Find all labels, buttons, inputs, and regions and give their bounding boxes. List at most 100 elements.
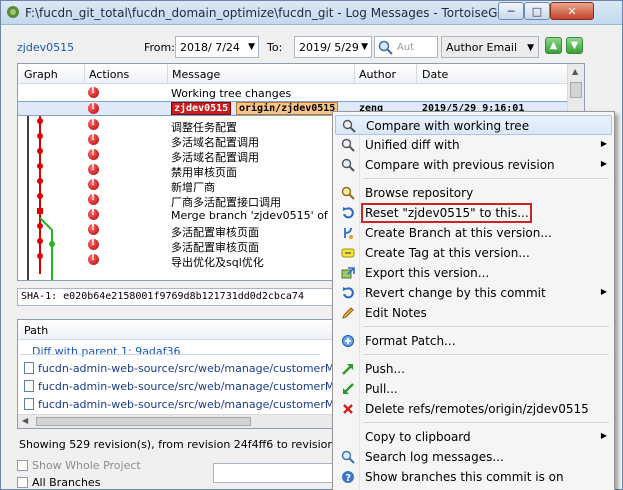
column-graph[interactable]: Graph — [24, 68, 58, 81]
menu-browse-repository[interactable]: Browse repository — [335, 183, 612, 203]
menu-create-tag[interactable]: Create Tag at this version... — [335, 243, 612, 263]
submenu-arrow-icon: ▶ — [600, 159, 607, 168]
scrollbar-thumb[interactable] — [570, 82, 582, 98]
modified-icon — [88, 163, 99, 175]
changed-files-list[interactable]: Path Diff with parent 1: 9adaf36 fucdn-a… — [17, 319, 335, 429]
changed-files-hscrollbar[interactable]: ◀ — [18, 414, 334, 428]
notes-icon — [341, 306, 355, 320]
menu-delete-remote-ref[interactable]: Delete refs/remotes/origin/zjdev0515 — [335, 399, 612, 419]
window-title: F:\fucdn_git_total\fucdn_domain_optimize… — [25, 6, 506, 20]
reset-highlight-box — [361, 203, 532, 223]
scrollbar-thumb[interactable] — [36, 417, 251, 426]
menu-compare-working-tree[interactable]: Compare with working tree — [335, 115, 612, 135]
list-item[interactable]: fucdn-admin-web-source/src/web/manage/cu… — [24, 398, 334, 414]
menu-compare-previous[interactable]: Compare with previous revision ▶ — [335, 155, 612, 175]
all-branches-checkbox[interactable] — [17, 477, 28, 488]
modified-icon — [88, 193, 99, 205]
changed-files-header: Path — [18, 320, 334, 340]
menu-revert-commit[interactable]: Revert change by this commit ▶ — [335, 283, 612, 303]
commit-sha-field[interactable]: SHA-1: e020b64e2158001f9769d8b121731dd0d… — [17, 288, 335, 306]
minimize-button[interactable]: ─ — [498, 2, 524, 20]
from-date-value: 2018/ 7/24 — [180, 41, 240, 54]
menu-unified-diff[interactable]: Unified diff with ▶ — [335, 135, 612, 155]
from-label: From: — [144, 41, 175, 54]
to-date-value: 2019/ 5/29 — [299, 41, 359, 54]
to-label: To: — [267, 41, 283, 54]
question-icon: ? — [341, 470, 355, 484]
submenu-arrow-icon: ▶ — [600, 139, 607, 148]
branch-tag: zjdev0515 — [171, 102, 232, 115]
chevron-down-icon: ▼ — [248, 42, 255, 52]
from-date-picker[interactable]: 2018/ 7/24 ▼ — [175, 36, 259, 58]
submenu-arrow-icon: ▶ — [600, 431, 607, 440]
menu-create-branch[interactable]: Create Branch at this version... — [335, 223, 612, 243]
modified-icon — [88, 253, 99, 265]
menu-search-log[interactable]: Search log messages... — [335, 447, 612, 467]
list-item[interactable]: fucdn-admin-web-source/src/web/manage/cu… — [24, 362, 334, 378]
chevron-down-icon: ▼ — [527, 43, 534, 53]
magnifier-icon — [341, 158, 355, 172]
svg-text:?: ? — [345, 473, 351, 484]
all-branches-label: All Branches — [32, 476, 101, 489]
current-branch-link[interactable]: zjdev0515 — [17, 41, 74, 54]
export-icon — [341, 266, 355, 280]
menu-show-branches[interactable]: ? Show branches this commit is on — [335, 467, 612, 487]
modified-icon — [88, 133, 99, 145]
pull-icon — [341, 382, 355, 396]
search-field-value: Author Email — [446, 41, 518, 54]
search-icon — [378, 40, 393, 55]
reset-icon — [341, 206, 355, 220]
patch-icon — [341, 334, 355, 348]
show-whole-project-checkbox[interactable] — [17, 460, 28, 471]
menu-format-patch[interactable]: Format Patch... — [335, 331, 612, 351]
delete-icon — [341, 402, 355, 416]
branch-icon — [341, 226, 355, 240]
bottom-input[interactable] — [213, 463, 335, 483]
file-icon — [24, 362, 34, 374]
close-button[interactable]: ✕ — [550, 2, 594, 20]
modified-icon — [88, 178, 99, 190]
menu-pull[interactable]: Pull... — [335, 379, 612, 399]
title-bar[interactable]: F:\fucdn_git_total\fucdn_domain_optimize… — [1, 1, 622, 25]
scroll-left-icon[interactable]: ◀ — [22, 416, 28, 425]
modified-icon — [88, 118, 99, 130]
revert-icon — [341, 286, 355, 300]
group-divider — [20, 354, 320, 355]
modified-icon — [88, 148, 99, 160]
browse-icon — [341, 186, 355, 200]
search-input[interactable]: Aut — [374, 36, 438, 58]
log-messages-window: F:\fucdn_git_total\fucdn_domain_optimize… — [0, 0, 623, 490]
diff-parent-group[interactable]: Diff with parent 1: 9adaf36 — [32, 345, 181, 358]
column-actions[interactable]: Actions — [89, 68, 129, 81]
tag-icon — [341, 246, 355, 260]
list-item[interactable]: fucdn-admin-web-source/src/web/manage/cu… — [24, 380, 334, 396]
arrow-down-icon[interactable]: ▼ — [566, 37, 583, 54]
search-icon — [341, 450, 355, 464]
file-icon — [24, 380, 34, 392]
modified-icon — [88, 223, 99, 235]
scroll-up-icon[interactable]: ▲ — [572, 67, 578, 76]
submenu-arrow-icon: ▶ — [600, 287, 607, 296]
column-date[interactable]: Date — [422, 68, 448, 81]
column-message[interactable]: Message — [172, 68, 220, 81]
file-icon — [24, 398, 34, 410]
to-date-picker[interactable]: 2019/ 5/29 ▼ — [294, 36, 372, 58]
search-field-select[interactable]: Author Email ▼ — [441, 36, 539, 58]
modified-icon — [88, 208, 99, 220]
menu-copy-clipboard[interactable]: Copy to clipboard ▶ — [335, 427, 612, 447]
modified-icon — [88, 102, 99, 114]
menu-export-version[interactable]: Export this version... — [335, 263, 612, 283]
magnifier-icon — [342, 119, 356, 133]
modified-icon — [88, 238, 99, 250]
menu-push[interactable]: Push... — [335, 359, 612, 379]
context-menu: Compare with working tree Unified diff w… — [332, 111, 615, 490]
chevron-down-icon: ▼ — [361, 42, 368, 52]
working-tree-row[interactable]: Working tree changes — [18, 86, 568, 101]
maximize-button[interactable]: □ — [524, 2, 550, 20]
column-author[interactable]: Author — [359, 68, 396, 81]
column-path[interactable]: Path — [24, 324, 48, 337]
menu-edit-notes[interactable]: Edit Notes — [335, 303, 612, 323]
arrow-up-icon[interactable]: ▲ — [545, 37, 562, 54]
show-whole-project-label: Show Whole Project — [32, 459, 141, 472]
magnifier-icon — [341, 138, 355, 152]
